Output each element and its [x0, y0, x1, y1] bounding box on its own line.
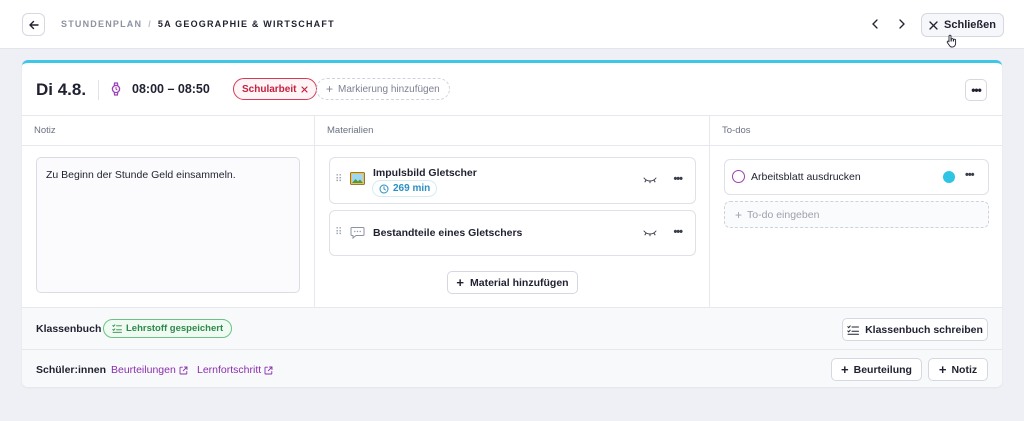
add-mark-button[interactable]: + Markierung hinzufügen [316, 78, 450, 100]
chevron-left-icon [872, 19, 878, 29]
todo-color-dot[interactable] [943, 171, 955, 183]
watch-icon [111, 82, 121, 96]
close-button-label: Schließen [944, 19, 996, 31]
material-more-icon[interactable]: ••• [673, 173, 683, 185]
hidden-eye-icon[interactable] [643, 176, 657, 184]
klassenbuch-write-label: Klassenbuch schreiben [865, 323, 983, 336]
add-beurteilung-button[interactable]: + Beurteilung [831, 358, 922, 381]
column-header-todos: To-dos [709, 116, 1002, 146]
plus-icon: + [938, 362, 947, 377]
add-notiz-button[interactable]: + Notiz [928, 358, 988, 381]
material-item[interactable]: ⠿ Bestandteile eines Gletschers ••• [329, 210, 696, 256]
checklist-icon [847, 324, 860, 335]
arrow-left-icon [28, 20, 39, 29]
klassenbuch-row: Klassenbuch Lehrstoff gespeichert Klasse… [22, 307, 1002, 349]
add-beurteilung-label: Beurteilung [853, 363, 912, 376]
external-link-icon [264, 366, 273, 374]
plus-icon: + [456, 275, 464, 290]
close-icon [929, 20, 938, 30]
todo-more-icon[interactable]: ••• [965, 169, 975, 181]
klassenbuch-write-button[interactable]: Klassenbuch schreiben [842, 318, 988, 341]
chevron-right-icon [899, 19, 905, 29]
external-link-icon [179, 366, 188, 374]
previous-lesson-button[interactable] [866, 15, 884, 33]
todo-input[interactable]: + To-do eingeben [724, 201, 989, 228]
lesson-card: Di 4.8. 08:00 – 08:50 Schularbeit + Mark… [22, 60, 1002, 387]
column-header-materialien: Materialien [314, 116, 709, 146]
column-header-notiz: Notiz [22, 116, 314, 146]
lesson-time: 08:00 – 08:50 [132, 82, 210, 96]
beurteilungen-link[interactable]: Beurteilungen [111, 364, 188, 376]
tag-label: Schularbeit [242, 83, 297, 95]
todo-checkbox[interactable] [732, 170, 745, 183]
drag-handle-icon[interactable]: ⠿ [335, 174, 342, 185]
todo-item[interactable]: Arbeitsblatt ausdrucken ••• [724, 159, 989, 195]
todo-placeholder: To-do eingeben [747, 208, 820, 221]
breadcrumb: STUNDENPLAN / 5A GEOGRAPHIE & WIRTSCHAFT [61, 19, 335, 29]
schueler-row: Schüler:innen Beurteilungen Lernfortschr… [22, 349, 1002, 387]
speech-bubble-icon [350, 227, 365, 239]
plus-icon: + [841, 362, 849, 377]
lesson-header: Di 4.8. 08:00 – 08:50 Schularbeit + Mark… [22, 63, 1002, 116]
schueler-label: Schüler:innen [36, 364, 107, 376]
breadcrumb-root[interactable]: STUNDENPLAN [61, 19, 142, 29]
note-textarea[interactable]: Zu Beginn der Stunde Geld einsammeln. [36, 157, 300, 293]
image-icon [350, 172, 365, 185]
material-title[interactable]: Impulsbild Gletscher [373, 167, 477, 179]
notiz-column: Zu Beginn der Stunde Geld einsammeln. [22, 146, 314, 307]
add-mark-label: Markierung hinzufügen [338, 83, 440, 95]
add-material-button[interactable]: + Material hinzufügen [447, 271, 578, 294]
back-button[interactable] [22, 13, 45, 36]
next-lesson-button[interactable] [893, 15, 911, 33]
ellipsis-icon: ••• [971, 83, 982, 97]
plus-icon: + [326, 82, 334, 96]
add-notiz-label: Notiz [951, 363, 978, 376]
drag-handle-icon[interactable]: ⠿ [335, 227, 342, 238]
duration-badge: 269 min [372, 180, 438, 197]
hand-cursor-icon [946, 34, 957, 48]
checklist-icon [112, 324, 122, 333]
more-options-button[interactable]: ••• [965, 79, 987, 101]
duration-value: 269 min [393, 183, 431, 194]
status-badge-label: Lehrstoff gespeichert [126, 323, 224, 334]
breadcrumb-separator: / [148, 19, 152, 29]
material-item[interactable]: ⠿ Impulsbild Gletscher 269 min ••• [329, 157, 696, 204]
top-bar: STUNDENPLAN / 5A GEOGRAPHIE & WIRTSCHAFT… [0, 0, 1024, 49]
close-button[interactable]: Schließen [921, 13, 1004, 37]
divider [98, 80, 99, 100]
material-title[interactable]: Bestandteile eines Gletschers [373, 227, 522, 239]
breadcrumb-current: 5A GEOGRAPHIE & WIRTSCHAFT [157, 19, 335, 29]
clock-icon [379, 184, 389, 193]
klassenbuch-label: Klassenbuch [36, 323, 102, 335]
remove-tag-icon[interactable] [301, 85, 309, 93]
lernfortschritt-link-label: Lernfortschritt [197, 364, 262, 376]
beurteilungen-link-label: Beurteilungen [111, 364, 176, 376]
hidden-eye-icon[interactable] [643, 229, 657, 237]
materialien-column: ⠿ Impulsbild Gletscher 269 min ••• ⠿ Bes… [314, 146, 709, 307]
add-material-label: Material hinzufügen [470, 276, 569, 289]
schularbeit-tag[interactable]: Schularbeit [233, 78, 318, 100]
lernfortschritt-link[interactable]: Lernfortschritt [197, 364, 273, 376]
lesson-day: Di 4.8. [36, 80, 87, 99]
material-more-icon[interactable]: ••• [673, 226, 683, 238]
todo-label: Arbeitsblatt ausdrucken [751, 171, 861, 183]
status-badge: Lehrstoff gespeichert [103, 319, 233, 338]
plus-icon: + [735, 207, 743, 222]
todos-column: Arbeitsblatt ausdrucken ••• + To-do eing… [709, 146, 1002, 307]
